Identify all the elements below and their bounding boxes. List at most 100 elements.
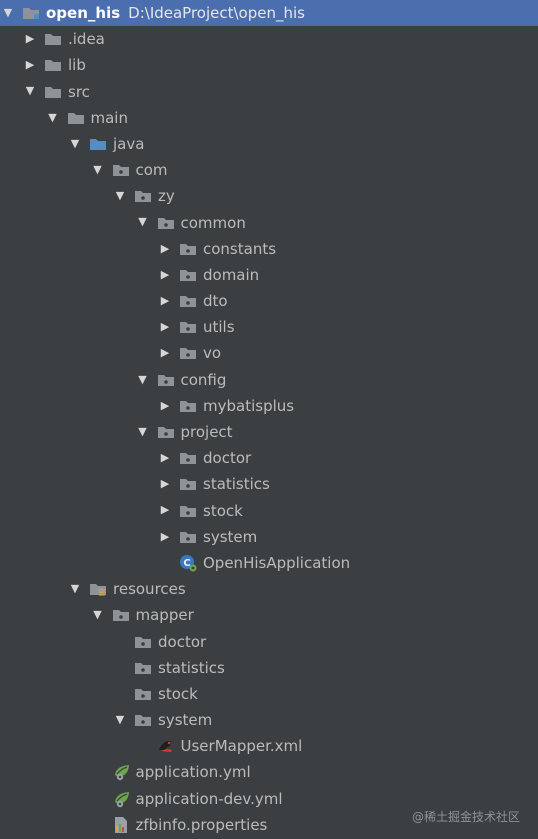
package-icon [179, 241, 197, 257]
tree-item-openhisapplication[interactable]: C OpenHisApplication [0, 550, 538, 576]
tree-item-label: common [180, 213, 246, 232]
tree-item-label: stock [158, 684, 198, 703]
package-icon [179, 293, 197, 309]
chevron-down-icon[interactable]: ▼ [137, 210, 149, 236]
chevron-right-icon[interactable]: ▶ [24, 52, 36, 78]
tree-item-mapper[interactable]: ▼ mapper [0, 602, 538, 628]
tree-item-label: com [135, 161, 168, 180]
watermark: @稀土掘金技术社区 [411, 810, 520, 824]
chevron-down-icon[interactable]: ▼ [92, 157, 104, 183]
tree-item-label: statistics [158, 658, 225, 677]
tree-item-label: src [68, 82, 90, 101]
tree-item-label: OpenHisApplication [203, 553, 351, 572]
tree-item-label: statistics [203, 475, 270, 494]
folder-icon [44, 57, 62, 73]
tree-item-project-doctor[interactable]: ▶ doctor [0, 445, 538, 471]
package-icon [112, 607, 130, 623]
chevron-down-icon[interactable]: ▼ [47, 105, 59, 131]
tree-item-label: zfbinfo.properties [135, 815, 268, 834]
spring-yml-icon [112, 763, 130, 781]
tree-item-vo[interactable]: ▶ vo [0, 340, 538, 366]
tree-item-project-statistics[interactable]: ▶ statistics [0, 471, 538, 497]
package-icon [134, 660, 152, 676]
chevron-down-icon[interactable]: ▼ [114, 707, 126, 733]
chevron-right-icon[interactable]: ▶ [159, 236, 171, 262]
project-name: open_his D:\IdeaProject\open_his [46, 0, 305, 26]
chevron-down-icon[interactable]: ▼ [24, 79, 36, 105]
tree-item-mybatisplus[interactable]: ▶ mybatisplus [0, 393, 538, 419]
chevron-right-icon[interactable]: ▶ [159, 314, 171, 340]
chevron-down-icon[interactable]: ▼ [69, 576, 81, 602]
project-tree: ▼ open_his D:\IdeaProject\open_his ▶ .idea… [0, 0, 538, 838]
chevron-right-icon[interactable]: ▶ [159, 393, 171, 419]
tree-item-domain[interactable]: ▶ domain [0, 262, 538, 288]
package-icon [179, 450, 197, 466]
tree-item-lib[interactable]: ▶ lib [0, 52, 538, 78]
tree-item-src[interactable]: ▼ src [0, 79, 538, 105]
tree-item-config[interactable]: ▼ config [0, 367, 538, 393]
project-name-text: open_his [46, 4, 121, 22]
package-icon [179, 476, 197, 492]
tree-item-constants[interactable]: ▶ constants [0, 236, 538, 262]
tree-item-application-yml[interactable]: application.yml [0, 759, 538, 785]
tree-item-java[interactable]: ▼ java [0, 131, 538, 157]
package-icon [134, 188, 152, 204]
spring-boot-class-icon: C [179, 554, 197, 572]
folder-icon [67, 110, 85, 126]
tree-item-mapper-system[interactable]: ▼ system [0, 707, 538, 733]
package-icon [179, 503, 197, 519]
tree-item-label: application-dev.yml [135, 789, 283, 808]
tree-item-label: vo [203, 344, 222, 363]
chevron-down-icon[interactable]: ▼ [137, 419, 149, 445]
tree-root-open-his[interactable]: ▼ open_his D:\IdeaProject\open_his [0, 0, 538, 27]
chevron-right-icon[interactable]: ▶ [159, 524, 171, 550]
chevron-right-icon[interactable]: ▶ [159, 288, 171, 314]
chevron-down-icon[interactable]: ▼ [114, 183, 126, 209]
tree-item-main[interactable]: ▼ main [0, 105, 538, 131]
tree-item-com[interactable]: ▼ com [0, 157, 538, 183]
tree-item-common[interactable]: ▼ common [0, 210, 538, 236]
package-icon [157, 424, 175, 440]
tree-item-mapper-doctor[interactable]: doctor [0, 629, 538, 655]
tree-item-project-stock[interactable]: ▶ stock [0, 498, 538, 524]
package-icon [179, 319, 197, 335]
chevron-down-icon[interactable]: ▼ [2, 0, 14, 26]
tree-item-label: main [90, 108, 128, 127]
tree-item-label: dto [203, 292, 228, 311]
package-icon [179, 398, 197, 414]
tree-item-label: project [180, 423, 233, 441]
chevron-right-icon[interactable]: ▶ [159, 498, 171, 524]
tree-item-mapper-statistics[interactable]: statistics [0, 655, 538, 681]
tree-item-dto[interactable]: ▶ dto [0, 288, 538, 314]
tree-item-label: mapper [135, 606, 194, 625]
chevron-down-icon[interactable]: ▼ [69, 131, 81, 157]
tree-item-mapper-stock[interactable]: stock [0, 681, 538, 707]
tree-item-label: application.yml [135, 763, 251, 782]
package-icon [179, 345, 197, 361]
tree-item-resources[interactable]: ▼ resources [0, 576, 538, 602]
tree-item-zy[interactable]: ▼ zy [0, 183, 538, 209]
mybatis-xml-icon [157, 738, 175, 754]
project-path: D:\IdeaProject\open_his [128, 4, 305, 22]
folder-icon [44, 31, 62, 47]
tree-item-project[interactable]: ▼ project [0, 419, 538, 445]
package-icon [179, 267, 197, 283]
tree-item-usermapper-xml[interactable]: UserMapper.xml [0, 733, 538, 759]
chevron-right-icon[interactable]: ▶ [24, 26, 36, 52]
resources-folder-icon [89, 581, 107, 597]
chevron-right-icon[interactable]: ▶ [159, 340, 171, 366]
tree-item-label: stock [203, 501, 243, 520]
tree-item-label: config [180, 370, 227, 389]
tree-item-utils[interactable]: ▶ utils [0, 314, 538, 340]
tree-item-label: domain [203, 265, 260, 284]
chevron-down-icon[interactable]: ▼ [137, 367, 149, 393]
chevron-down-icon[interactable]: ▼ [92, 602, 104, 628]
tree-item-label: resources [113, 580, 186, 599]
tree-item-label: .idea [68, 30, 105, 49]
tree-item-project-system[interactable]: ▶ system [0, 524, 538, 550]
chevron-right-icon[interactable]: ▶ [159, 262, 171, 288]
chevron-right-icon[interactable]: ▶ [159, 471, 171, 497]
tree-item-label: constants [203, 239, 277, 258]
chevron-right-icon[interactable]: ▶ [159, 445, 171, 471]
tree-item-idea[interactable]: ▶ .idea [0, 26, 538, 52]
